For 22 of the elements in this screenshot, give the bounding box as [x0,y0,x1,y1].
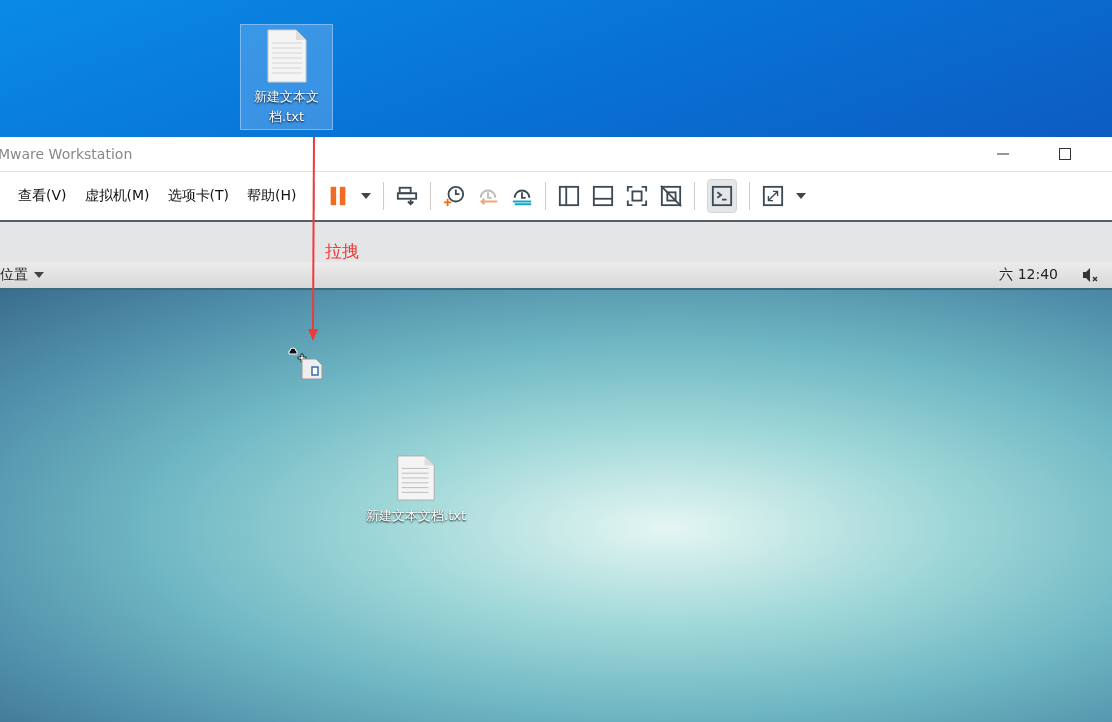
sidebar-layout-icon[interactable] [558,185,581,207]
places-menu[interactable]: 位置 [0,266,28,284]
document-icon [266,29,307,83]
menu-item[interactable]: 选项卡(T) [167,187,229,205]
annotation-label: 拉拽 [325,240,359,263]
clock[interactable]: 六 12:40 [999,266,1058,284]
menu-item[interactable]: 帮助(H) [247,187,297,205]
caret-icon[interactable] [34,272,44,278]
caret-icon[interactable] [361,193,372,199]
send-keys-icon[interactable] [396,185,419,207]
menu-item[interactable]: 虚拟机(M) [84,187,150,205]
stretch-icon[interactable] [762,185,785,207]
maximize-icon[interactable] [1058,147,1072,161]
caret-icon[interactable] [796,193,807,199]
menu-item[interactable]: 查看(V) [18,187,67,205]
fullscreen-icon[interactable] [626,185,649,207]
clock-plus-icon[interactable] [443,185,466,207]
bottom-panel-icon[interactable] [592,185,615,207]
window-title: Mware Workstation [0,146,133,162]
volume-muted-icon[interactable] [1082,267,1098,283]
document-icon [396,455,436,501]
console-view-button[interactable] [707,179,738,213]
